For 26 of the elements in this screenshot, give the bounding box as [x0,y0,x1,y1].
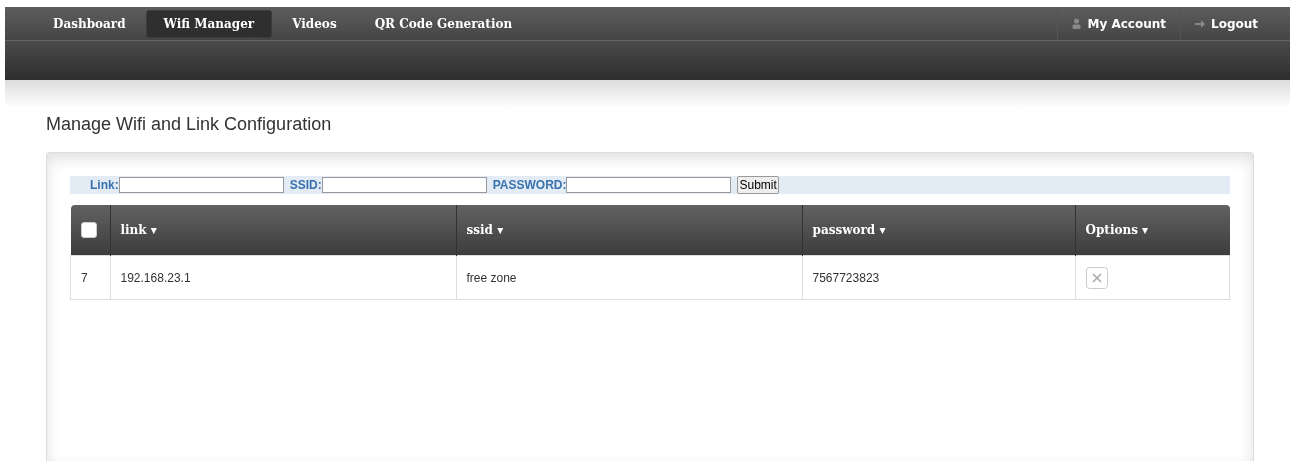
user-icon [1072,18,1082,29]
column-header[interactable]: password ▾ [812,223,886,237]
column-header[interactable]: link ▾ [120,223,157,237]
nav-tab[interactable]: QR Code Generation [356,9,531,38]
field-label: PASSWORD: [492,178,567,192]
table-cell: 192.168.23.1 [110,255,456,300]
logout-link[interactable]: Logout [1211,16,1258,31]
delete-button[interactable] [1085,266,1108,289]
checkbox[interactable] [80,222,97,238]
nav-tab[interactable]: Wifi Manager [145,9,273,38]
nav-tab[interactable]: Dashboard [35,9,144,38]
column-header[interactable]: ssid ▾ [466,223,504,237]
page-title: Manage Wifi and Link Configuration [46,114,333,135]
column-header[interactable]: Options ▾ [1085,223,1149,237]
nav-tab[interactable]: Videos [274,9,355,38]
table-cell: 7567723823 [802,255,1075,300]
table-cell: 7 [70,255,110,300]
input-field[interactable] [566,177,732,193]
input-field[interactable] [118,177,284,193]
field-label: SSID: [289,178,322,192]
my-account-link[interactable]: My Account [1087,16,1166,31]
submit-button[interactable]: Submit [737,176,779,194]
arrow-right-icon [1195,19,1205,28]
field-label: Link: [90,178,119,192]
input-field[interactable] [321,177,487,193]
table-cell: free zone [456,255,802,300]
